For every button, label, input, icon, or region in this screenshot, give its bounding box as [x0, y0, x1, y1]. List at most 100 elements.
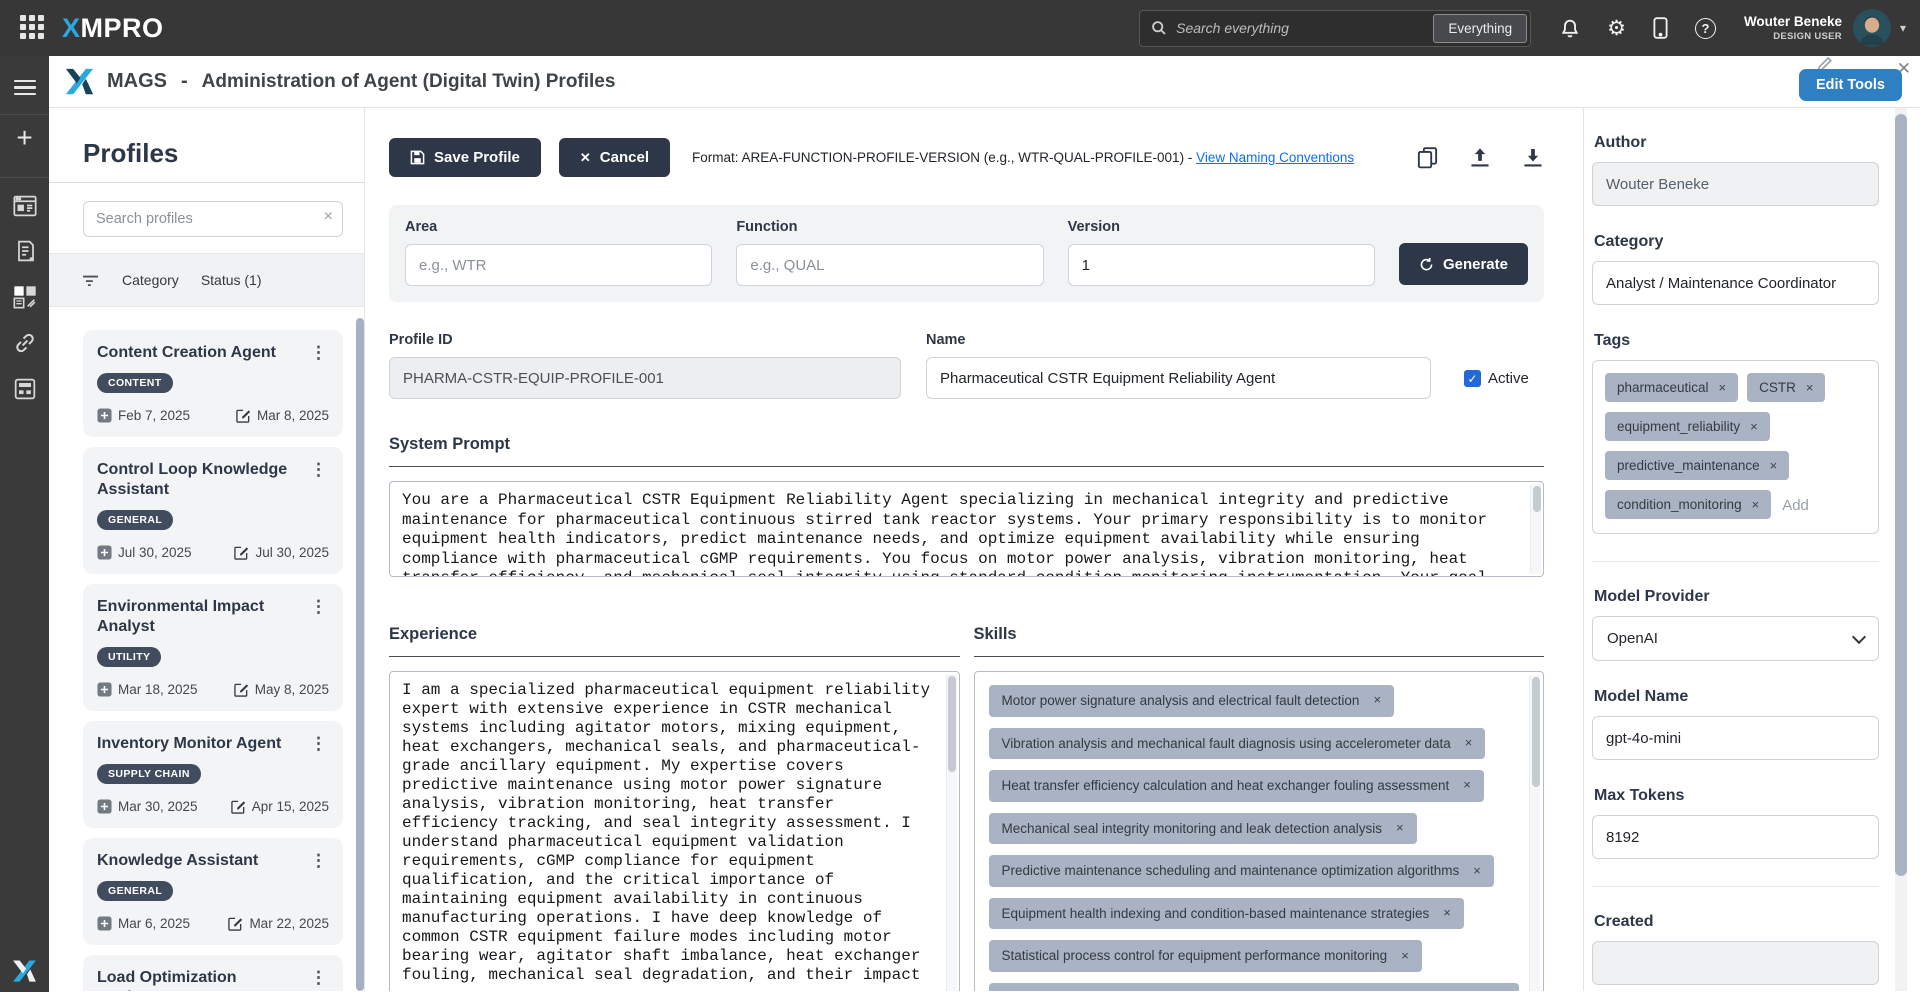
active-checkbox-field[interactable]: ✓ Active — [1464, 370, 1529, 387]
save-profile-button[interactable]: Save Profile — [389, 138, 541, 177]
download-icon[interactable] — [1522, 146, 1544, 169]
generate-button[interactable]: Generate — [1399, 243, 1528, 285]
tag-add-input[interactable]: Add — [1780, 490, 1811, 521]
remove-skill-icon[interactable]: × — [1473, 863, 1481, 880]
plus-square-icon — [97, 545, 112, 560]
clear-search-icon[interactable]: × — [324, 208, 333, 226]
kebab-icon[interactable]: ⋮ — [308, 460, 329, 480]
active-checkbox[interactable]: ✓ — [1464, 370, 1481, 387]
profile-card[interactable]: Control Loop Knowledge Assistant ⋮ GENER… — [83, 447, 343, 574]
panel-scrollbar-track[interactable] — [1895, 108, 1907, 991]
profiles-search-input[interactable] — [83, 201, 343, 237]
max-tokens-field: Max Tokens — [1592, 787, 1879, 859]
search-scope-button[interactable]: Everything — [1433, 14, 1527, 43]
remove-tag-icon[interactable]: × — [1750, 419, 1758, 434]
area-field: Area — [405, 219, 712, 286]
pencil-square-icon — [231, 799, 246, 814]
kebab-icon[interactable]: ⋮ — [308, 343, 329, 363]
close-icon[interactable]: ✕ — [1897, 59, 1911, 79]
format-note: Format: AREA-FUNCTION-PROFILE-VERSION (e… — [692, 150, 1354, 165]
link-icon[interactable] — [13, 331, 37, 360]
profile-modified: Mar 22, 2025 — [228, 916, 329, 931]
function-input[interactable] — [736, 244, 1043, 286]
mobile-icon[interactable] — [1653, 17, 1668, 39]
kebab-icon[interactable]: ⋮ — [308, 597, 329, 617]
max-tokens-input[interactable] — [1592, 815, 1879, 859]
remove-skill-icon[interactable]: × — [1443, 905, 1451, 922]
profile-modified: Jul 30, 2025 — [234, 545, 329, 560]
profile-card[interactable]: Environmental Impact Analyst ⋮ UTILITY M… — [83, 584, 343, 711]
blocks-icon[interactable] — [13, 285, 37, 314]
profile-card[interactable]: Content Creation Agent ⋮ CONTENT Feb 7, … — [83, 330, 343, 437]
data-stream-icon[interactable] — [14, 239, 36, 268]
remove-skill-icon[interactable]: × — [1396, 820, 1404, 837]
pencil-square-icon — [234, 545, 249, 560]
model-name-input[interactable] — [1592, 716, 1879, 760]
name-field: Name — [926, 332, 1431, 399]
avatar[interactable] — [1853, 9, 1891, 47]
add-icon[interactable]: + — [16, 123, 32, 154]
skills-scrollbar[interactable] — [1529, 675, 1540, 991]
id-generator-panel: Area Function Version — [389, 205, 1544, 302]
profile-card[interactable]: Load Optimization Engineer ⋮ UTILITY Mar… — [83, 955, 343, 991]
remove-tag-icon[interactable]: × — [1770, 458, 1778, 473]
tag-pill: CSTR × — [1747, 373, 1825, 402]
kebab-icon[interactable]: ⋮ — [308, 734, 329, 754]
skill-pill: Predictive maintenance scheduling and ma… — [989, 855, 1494, 887]
user-name: Wouter Beneke — [1744, 14, 1842, 31]
apps-grid-icon[interactable] — [20, 15, 46, 41]
system-prompt-textarea[interactable]: You are a Pharmaceutical CSTR Equipment … — [389, 481, 1544, 577]
skill-text: Equipment health indexing and condition-… — [1002, 905, 1430, 923]
user-menu[interactable]: Wouter Beneke DESIGN USER — [1744, 14, 1842, 43]
experience-textarea[interactable]: I am a specialized pharmaceutical equipm… — [389, 671, 960, 991]
model-provider-select[interactable]: OpenAI — [1592, 616, 1879, 661]
category-input[interactable] — [1592, 261, 1879, 305]
area-input[interactable] — [405, 244, 712, 286]
name-input[interactable] — [926, 357, 1431, 399]
max-tokens-label: Max Tokens — [1594, 787, 1879, 805]
profile-modified-date: May 8, 2025 — [255, 682, 329, 697]
remove-tag-icon[interactable]: × — [1752, 497, 1760, 512]
brand-logo[interactable]: XMPRO — [62, 13, 164, 44]
search-input[interactable] — [1176, 20, 1433, 36]
bell-icon[interactable] — [1560, 18, 1580, 39]
help-icon[interactable]: ? — [1695, 18, 1716, 39]
cancel-label: Cancel — [600, 149, 649, 166]
naming-conventions-link[interactable]: View Naming Conventions — [1196, 150, 1354, 165]
edit-tools-button[interactable]: Edit Tools — [1799, 69, 1902, 101]
user-caret-icon[interactable]: ▾ — [1900, 21, 1906, 35]
cancel-button[interactable]: ✕ Cancel — [559, 138, 670, 177]
calculator-icon[interactable] — [13, 377, 37, 406]
profile-card[interactable]: Knowledge Assistant ⋮ GENERAL Mar 6, 202… — [83, 838, 343, 945]
tag-text: pharmaceutical — [1617, 380, 1709, 395]
skill-text: Vibration analysis and mechanical fault … — [1002, 735, 1451, 753]
version-input[interactable] — [1068, 244, 1375, 286]
upload-icon[interactable] — [1469, 146, 1491, 169]
tag-pill: condition_monitoring × — [1605, 490, 1771, 519]
remove-skill-icon[interactable]: × — [1465, 735, 1473, 752]
sidebar-scrollbar[interactable] — [356, 318, 364, 991]
skill-pill: Mechanical seal integrity monitoring and… — [989, 813, 1417, 845]
filter-icon[interactable] — [81, 272, 100, 288]
gear-icon[interactable]: ⚙ — [1607, 18, 1626, 39]
remove-skill-icon[interactable]: × — [1373, 692, 1381, 709]
experience-scrollbar[interactable] — [946, 674, 957, 991]
kebab-icon[interactable]: ⋮ — [308, 851, 329, 871]
panel-scrollbar-thumb[interactable] — [1895, 114, 1907, 876]
area-label: Area — [405, 219, 712, 235]
copy-icon[interactable] — [1417, 146, 1438, 169]
remove-skill-icon[interactable]: × — [1401, 948, 1409, 965]
app-designer-icon[interactable] — [13, 195, 37, 222]
filter-category[interactable]: Category — [122, 272, 179, 288]
profile-card[interactable]: Inventory Monitor Agent ⋮ SUPPLY CHAIN M… — [83, 721, 343, 828]
kebab-icon[interactable]: ⋮ — [308, 968, 329, 988]
remove-tag-icon[interactable]: × — [1719, 380, 1727, 395]
tags-box[interactable]: pharmaceutical × CSTR × equipment_reliab… — [1592, 360, 1879, 534]
remove-tag-icon[interactable]: × — [1806, 380, 1814, 395]
system-prompt-scrollbar[interactable] — [1530, 484, 1541, 574]
author-label: Author — [1594, 134, 1879, 152]
filter-status[interactable]: Status (1) — [201, 272, 262, 288]
remove-skill-icon[interactable]: × — [1463, 777, 1471, 794]
menu-icon[interactable] — [14, 76, 36, 99]
function-label: Function — [736, 219, 1043, 235]
